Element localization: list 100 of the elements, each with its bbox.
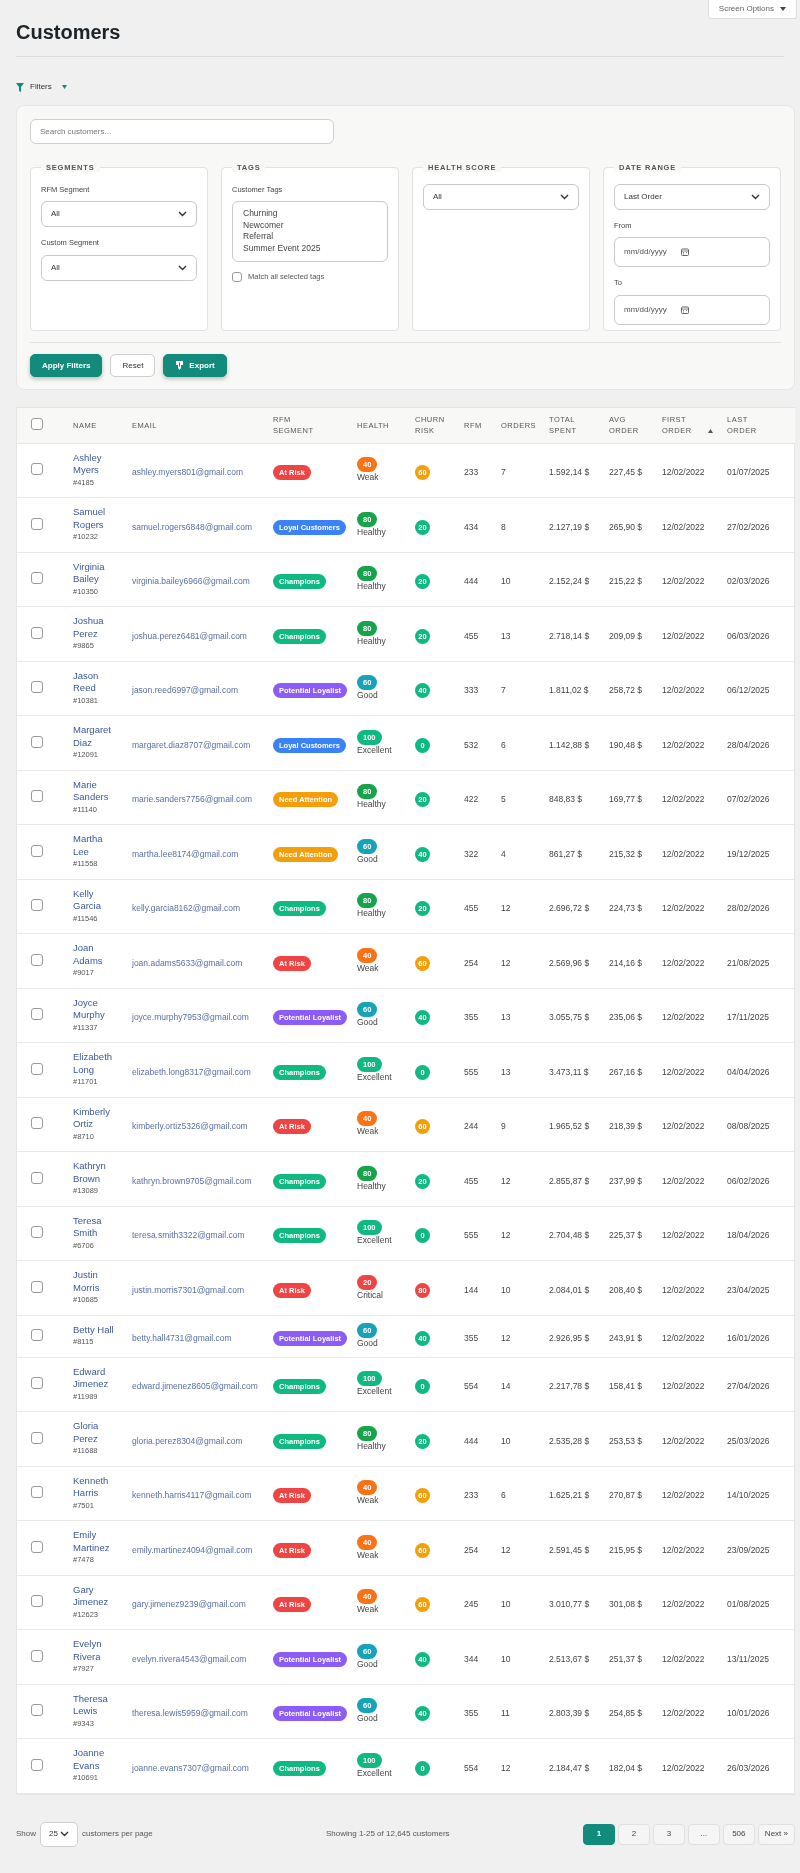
customer-name-link[interactable]: Betty Hall (73, 1323, 119, 1336)
row-checkbox[interactable] (31, 1758, 43, 1771)
row-checkbox[interactable] (31, 735, 43, 748)
page-button[interactable]: 1 (582, 1823, 615, 1845)
email-link[interactable]: edward.jimenez8605@gmail.com (132, 1381, 258, 1392)
date-field[interactable]: mm/dd/yyyy (614, 237, 770, 268)
customer-name-link[interactable]: Virginia Bailey (73, 560, 119, 586)
row-checkbox[interactable] (31, 953, 43, 966)
customer-name-link[interactable]: Teresa Smith (73, 1214, 119, 1240)
email-link[interactable]: kenneth.harris4117@gmail.com (132, 1490, 252, 1501)
row-checkbox[interactable] (31, 463, 43, 476)
row-checkbox[interactable] (31, 1329, 43, 1341)
customer-name-link[interactable]: Justin Morris (73, 1269, 119, 1294)
customer-name-link[interactable]: Kathryn Brown (73, 1160, 119, 1185)
email-link[interactable]: evelyn.rivera4543@gmail.com (132, 1653, 247, 1664)
customer-name-link[interactable]: Kimberly Ortiz (73, 1105, 119, 1131)
listbox-option[interactable]: Newcomer (243, 219, 377, 232)
select-field[interactable]: All (41, 254, 197, 281)
email-link[interactable]: marie.sanders7756@gmail.com (132, 794, 253, 805)
email-link[interactable]: joanne.evans7307@gmail.com (132, 1762, 249, 1773)
row-checkbox[interactable] (31, 572, 43, 585)
row-checkbox[interactable] (31, 1704, 43, 1717)
customer-name-link[interactable]: Kelly Garcia (73, 887, 119, 913)
page-button[interactable]: 506 (722, 1823, 755, 1845)
customer-name-link[interactable]: Theresa Lewis (73, 1692, 119, 1718)
row-checkbox[interactable] (31, 517, 43, 530)
customer-name-link[interactable]: Emily Martinez (73, 1529, 119, 1554)
email-link[interactable]: kathryn.brown9705@gmail.com (132, 1175, 252, 1186)
row-checkbox[interactable] (31, 899, 43, 912)
email-link[interactable]: kelly.garcia8162@gmail.com (132, 903, 241, 914)
row-checkbox[interactable] (31, 1226, 43, 1239)
email-link[interactable]: justin.morris7301@gmail.com (132, 1284, 245, 1295)
customer-name-link[interactable]: Gary Jimenez (73, 1583, 119, 1609)
email-link[interactable]: jason.reed6997@gmail.com (132, 685, 238, 696)
customer-name-link[interactable]: Evelyn Rivera (73, 1638, 119, 1663)
customer-name-link[interactable]: Kenneth Harris (73, 1474, 119, 1500)
email-link[interactable]: kimberly.ortiz5326@gmail.com (132, 1121, 248, 1132)
email-link[interactable]: martha.lee8174@gmail.com (132, 848, 239, 859)
row-checkbox[interactable] (31, 844, 43, 857)
filters-toggle[interactable]: Filters (16, 81, 67, 93)
email-link[interactable]: gloria.perez8304@gmail.com (132, 1435, 243, 1446)
customer-name-link[interactable]: Joan Adams (73, 942, 119, 967)
row-checkbox[interactable] (31, 626, 43, 639)
customer-name-link[interactable]: Gloria Perez (73, 1420, 119, 1445)
reset-button[interactable]: Reset (110, 354, 156, 377)
row-checkbox[interactable] (31, 681, 43, 694)
email-link[interactable]: teresa.smith3322@gmail.com (132, 1230, 245, 1241)
listbox-option[interactable]: Churning (243, 208, 377, 220)
row-checkbox[interactable] (31, 1486, 43, 1499)
date-field[interactable]: mm/dd/yyyy (614, 294, 770, 325)
row-checkbox[interactable] (31, 1117, 43, 1130)
export-button[interactable]: Export (163, 354, 227, 377)
email-link[interactable]: theresa.lewis5959@gmail.com (132, 1708, 248, 1719)
page-button[interactable]: Next » (757, 1823, 795, 1845)
row-checkbox[interactable] (31, 1062, 43, 1075)
customer-name-link[interactable]: Ashley Myers (73, 451, 119, 477)
customer-name-link[interactable]: Joanne Evans (73, 1747, 119, 1772)
email-link[interactable]: virginia.bailey6966@gmail.com (132, 576, 250, 587)
email-link[interactable]: joshua.perez6481@gmail.com (132, 630, 247, 641)
row-checkbox[interactable] (31, 1377, 43, 1390)
row-checkbox[interactable] (31, 1008, 43, 1021)
customer-name-link[interactable]: Jason Reed (73, 669, 119, 695)
page-button[interactable]: 2 (617, 1823, 650, 1845)
row-checkbox[interactable] (31, 790, 43, 803)
customer-name-link[interactable]: Samuel Rogers (73, 506, 119, 531)
search-field[interactable]: Search customers... (30, 119, 334, 144)
customer-name-link[interactable]: Joyce Murphy (73, 996, 119, 1022)
select-all-checkbox[interactable] (31, 418, 43, 431)
email-link[interactable]: elizabeth.long8317@gmail.com (132, 1066, 251, 1077)
select-field[interactable]: All (423, 184, 579, 210)
customer-name-link[interactable]: Margaret Diaz (73, 724, 119, 749)
customer-name-link[interactable]: Elizabeth Long (73, 1051, 119, 1076)
row-checkbox[interactable] (31, 1431, 43, 1444)
email-link[interactable]: emily.martinez4094@gmail.com (132, 1544, 253, 1555)
tags-listbox[interactable]: Churning Newcomer Referral Summer Event 2025 (232, 201, 388, 263)
row-checkbox[interactable] (31, 1595, 43, 1608)
per-page-select[interactable]: 25 (40, 1821, 78, 1847)
row-checkbox[interactable] (31, 1171, 43, 1184)
customer-name-link[interactable]: Joshua Perez (73, 615, 119, 640)
email-link[interactable]: margaret.diaz8707@gmail.com (132, 739, 251, 750)
customer-name-link[interactable]: Edward Jimenez (73, 1365, 119, 1391)
email-link[interactable]: betty.hall4731@gmail.com (132, 1333, 232, 1343)
email-link[interactable]: joyce.murphy7953@gmail.com (132, 1012, 249, 1023)
listbox-option[interactable]: Summer Event 2025 (243, 242, 377, 255)
row-checkbox[interactable] (31, 1649, 43, 1662)
page-button[interactable]: ... (687, 1823, 720, 1845)
page-button[interactable]: 3 (652, 1823, 685, 1845)
customer-name-link[interactable]: Martha Lee (73, 833, 119, 858)
customer-name-link[interactable]: Marie Sanders (73, 778, 119, 804)
checkbox[interactable] (232, 271, 242, 282)
select-field[interactable]: All (41, 201, 197, 228)
screen-options-button[interactable]: Screen Options (707, 0, 797, 19)
row-checkbox[interactable] (31, 1280, 43, 1293)
row-checkbox[interactable] (31, 1540, 43, 1553)
email-link[interactable]: joan.adams5633@gmail.com (132, 957, 243, 968)
email-link[interactable]: gary.jimenez9239@gmail.com (132, 1599, 246, 1610)
select-field[interactable]: Last Order (614, 184, 770, 210)
listbox-option[interactable]: Referral (243, 231, 377, 243)
email-link[interactable]: ashley.myers801@gmail.com (132, 467, 243, 478)
email-link[interactable]: samuel.rogers6848@gmail.com (132, 521, 253, 532)
